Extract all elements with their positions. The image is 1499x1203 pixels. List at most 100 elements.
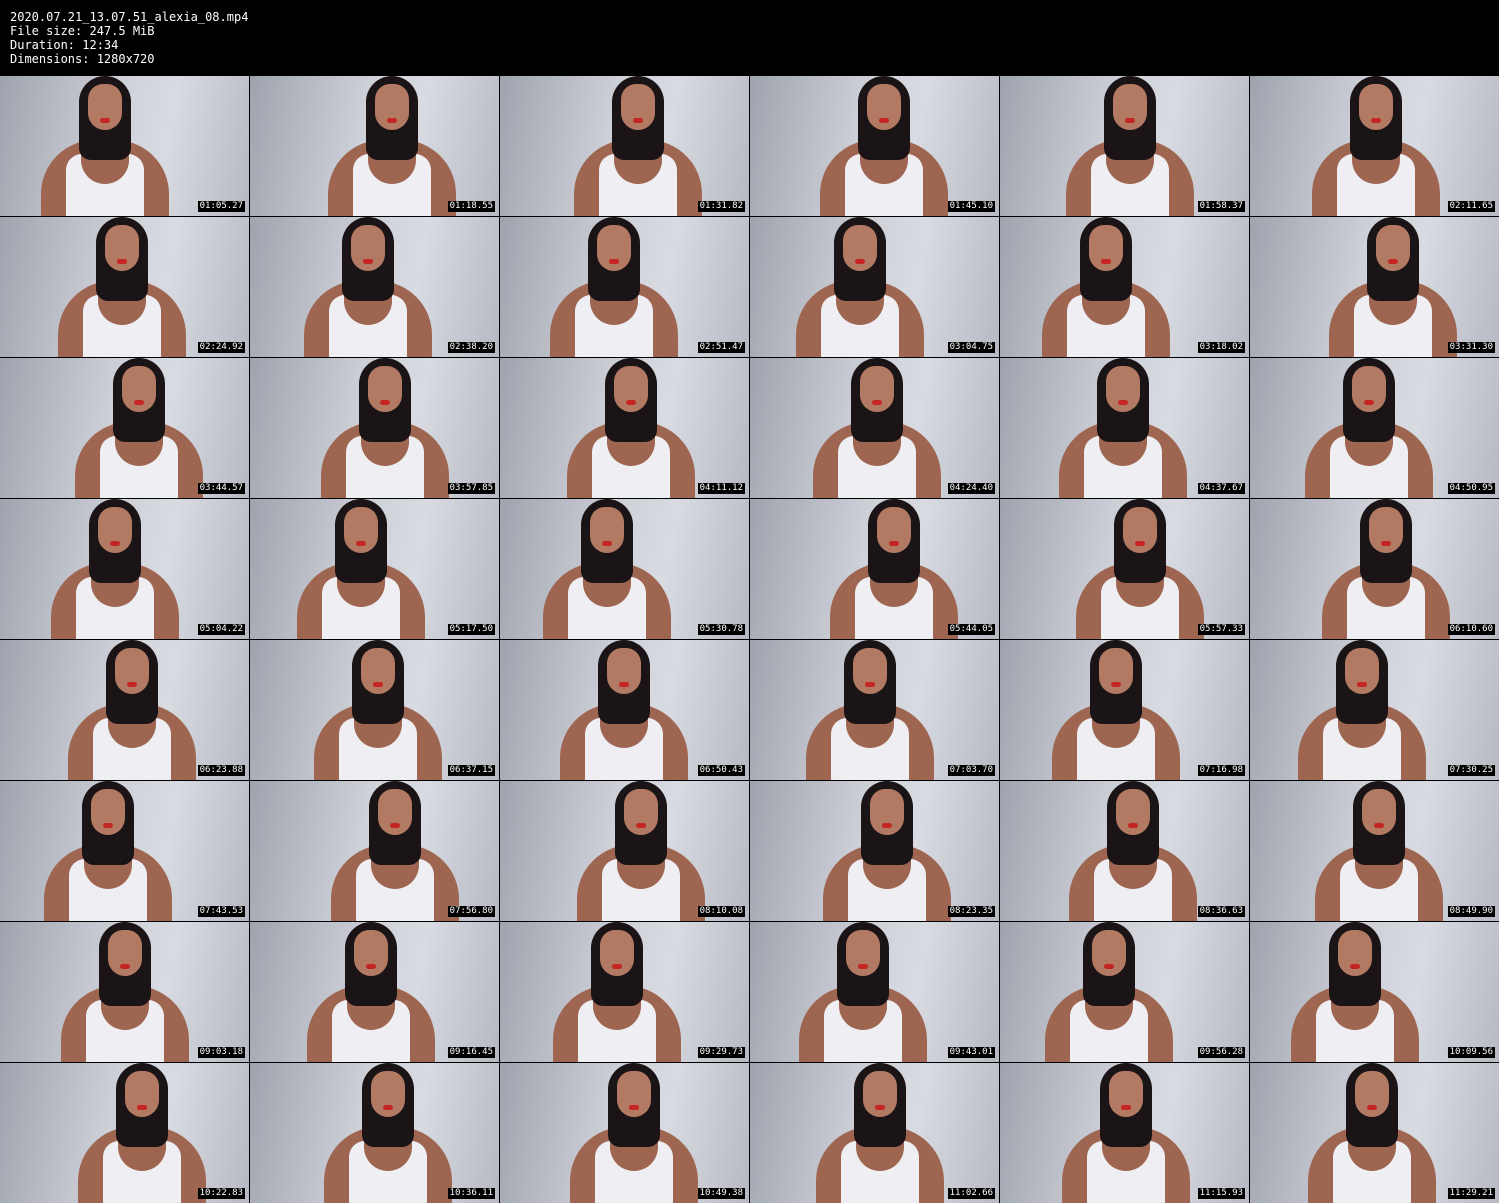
frame-timestamp: 05:30.78	[697, 624, 745, 635]
frame-subject	[310, 358, 460, 498]
frame-timestamp: 06:23.88	[197, 765, 245, 776]
frame-subject	[795, 640, 945, 780]
frame-subject	[809, 76, 959, 216]
frame-subject	[1304, 781, 1454, 921]
frame-timestamp: 10:36.11	[447, 1188, 495, 1199]
frame-subject	[1065, 499, 1215, 639]
video-thumbnail: 04:50.95	[1250, 358, 1499, 498]
video-thumbnail: 10:36.11	[250, 1063, 499, 1203]
video-thumbnail: 11:15.93	[1000, 1063, 1249, 1203]
video-thumbnail: 08:36.63	[1000, 781, 1249, 921]
frame-timestamp: 06:50.43	[697, 765, 745, 776]
video-thumbnail: 06:10.60	[1250, 499, 1499, 639]
video-thumbnail: 01:31.82	[500, 76, 749, 216]
frame-timestamp: 05:17.50	[447, 624, 495, 635]
frame-timestamp: 08:23.35	[947, 906, 995, 917]
frame-subject	[549, 640, 699, 780]
video-thumbnail: 11:29.21	[1250, 1063, 1499, 1203]
frame-subject	[532, 499, 682, 639]
frame-timestamp: 04:24.40	[947, 483, 995, 494]
frame-subject	[556, 358, 706, 498]
frame-timestamp: 08:49.90	[1447, 906, 1495, 917]
video-thumbnail: 09:03.18	[0, 922, 249, 1062]
frame-timestamp: 01:31.82	[697, 201, 745, 212]
video-thumbnail: 02:11.65	[1250, 76, 1499, 216]
video-thumbnail: 02:38.20	[250, 217, 499, 357]
video-thumbnail: 02:51.47	[500, 217, 749, 357]
video-thumbnail: 09:43.01	[750, 922, 999, 1062]
frame-timestamp: 08:10.08	[697, 906, 745, 917]
video-thumbnail: 04:37.67	[1000, 358, 1249, 498]
video-thumbnail: 03:31.30	[1250, 217, 1499, 357]
frame-timestamp: 10:09.56	[1447, 1047, 1495, 1058]
video-thumbnail: 05:30.78	[500, 499, 749, 639]
frame-timestamp: 06:37.15	[447, 765, 495, 776]
video-thumbnail: 04:24.40	[750, 358, 999, 498]
frame-timestamp: 04:11.12	[697, 483, 745, 494]
frame-subject	[33, 781, 183, 921]
frame-subject	[812, 781, 962, 921]
frame-subject	[559, 1063, 709, 1203]
video-thumbnail: 05:04.22	[0, 499, 249, 639]
frame-subject	[317, 76, 467, 216]
frame-timestamp: 08:36.63	[1197, 906, 1245, 917]
video-thumbnail: 01:45.10	[750, 76, 999, 216]
frame-subject	[1297, 1063, 1447, 1203]
frame-subject	[566, 781, 716, 921]
video-thumbnail: 07:03.70	[750, 640, 999, 780]
frame-subject	[819, 499, 969, 639]
frame-subject	[1311, 499, 1461, 639]
frame-timestamp: 07:56.80	[447, 906, 495, 917]
video-thumbnail: 11:02.66	[750, 1063, 999, 1203]
frame-timestamp: 05:44.05	[947, 624, 995, 635]
video-thumbnail: 10:09.56	[1250, 922, 1499, 1062]
frame-subject	[1301, 76, 1451, 216]
frame-subject	[802, 358, 952, 498]
video-thumbnail: 08:23.35	[750, 781, 999, 921]
frame-subject	[1280, 922, 1430, 1062]
frame-timestamp: 09:43.01	[947, 1047, 995, 1058]
video-thumbnail: 08:10.08	[500, 781, 749, 921]
frame-subject	[286, 499, 436, 639]
video-thumbnail: 02:24.92	[0, 217, 249, 357]
file-name: 2020.07.21_13.07.51_alexia_08.mp4	[10, 10, 249, 24]
contact-sheet-header: 2020.07.21_13.07.51_alexia_08.mp4 File s…	[0, 0, 1499, 75]
frame-subject	[539, 217, 689, 357]
frame-subject	[320, 781, 470, 921]
video-thumbnail: 10:49.38	[500, 1063, 749, 1203]
video-thumbnail: 03:57.85	[250, 358, 499, 498]
frame-subject	[67, 1063, 217, 1203]
video-thumbnail: 04:11.12	[500, 358, 749, 498]
frame-timestamp: 03:57.85	[447, 483, 495, 494]
video-thumbnail: 06:50.43	[500, 640, 749, 780]
frame-timestamp: 03:04.75	[947, 342, 995, 353]
frame-timestamp: 02:11.65	[1447, 201, 1495, 212]
frame-timestamp: 11:02.66	[947, 1188, 995, 1199]
video-thumbnail: 01:18.55	[250, 76, 499, 216]
frame-timestamp: 02:24.92	[197, 342, 245, 353]
frame-timestamp: 01:05.27	[197, 201, 245, 212]
video-thumbnail: 10:22.83	[0, 1063, 249, 1203]
frame-timestamp: 01:58.37	[1197, 201, 1245, 212]
video-thumbnail: 06:37.15	[250, 640, 499, 780]
frame-subject	[57, 640, 207, 780]
frame-timestamp: 05:04.22	[197, 624, 245, 635]
video-thumbnail: 05:57.33	[1000, 499, 1249, 639]
frame-subject	[64, 358, 214, 498]
frame-subject	[788, 922, 938, 1062]
video-thumbnail: 09:29.73	[500, 922, 749, 1062]
frame-timestamp: 04:50.95	[1447, 483, 1495, 494]
frame-subject	[785, 217, 935, 357]
frame-subject	[1294, 358, 1444, 498]
frame-timestamp: 03:44.57	[197, 483, 245, 494]
frame-timestamp: 10:22.83	[197, 1188, 245, 1199]
video-thumbnail: 03:04.75	[750, 217, 999, 357]
frame-timestamp: 09:03.18	[197, 1047, 245, 1058]
frame-timestamp: 09:16.45	[447, 1047, 495, 1058]
video-thumbnail: 01:58.37	[1000, 76, 1249, 216]
duration: Duration: 12:34	[10, 38, 119, 52]
frame-timestamp: 07:43.53	[197, 906, 245, 917]
frame-timestamp: 03:31.30	[1447, 342, 1495, 353]
dimensions: Dimensions: 1280x720	[10, 52, 155, 66]
thumbnail-grid: 01:05.27 01:18.55 01:31.82 01:45.10 01:58.37…	[0, 76, 1499, 1203]
